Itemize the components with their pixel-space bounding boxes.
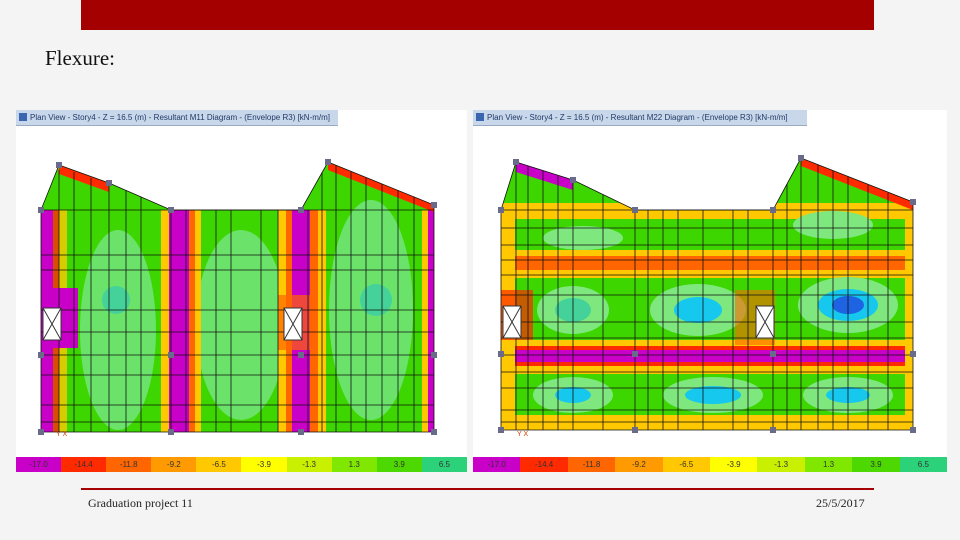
legend-swatch: 6.5	[899, 457, 948, 472]
legend-swatch: -9.2	[615, 457, 663, 472]
footer-divider	[81, 488, 874, 490]
axis-indicator: Y X	[517, 431, 528, 438]
footer-project: Graduation project 11	[88, 496, 193, 510]
slide-title: Flexure:	[45, 46, 115, 70]
legend-swatch: 3.9	[376, 457, 422, 472]
legend-swatch: -3.9	[241, 457, 287, 472]
stair-opening-right	[755, 305, 775, 339]
m22-window-title[interactable]: Plan View - Story4 - Z = 16.5 (m) - Resu…	[473, 110, 807, 126]
legend-swatch: 3.9	[852, 457, 900, 472]
m22-diagram-panel: Y X Plan View - Story4 - Z = 16.5 (m) - …	[473, 110, 948, 472]
legend-swatch: 1.3	[804, 457, 853, 472]
legend-swatch: -6.5	[662, 457, 711, 472]
legend-swatch: -6.5	[196, 457, 242, 472]
stair-opening-left	[42, 307, 62, 341]
window-icon	[476, 113, 484, 121]
legend-swatch: -3.9	[710, 457, 758, 472]
m11-color-legend: -17.0 -14.4 -11.8 -9.2 -6.5 -3.9 -1.3 1.3 3.9 6.5	[16, 457, 467, 472]
m22-window-title-text: Plan View - Story4 - Z = 16.5 (m) - Resu…	[487, 113, 788, 122]
stair-opening-left	[502, 305, 522, 339]
m11-diagram-panel: Y X Plan View - Story4 - Z = 16.5 (m) - …	[16, 110, 467, 472]
legend-swatch: -9.2	[151, 457, 197, 472]
window-icon	[19, 113, 27, 121]
m22-plan-view: Y X	[498, 155, 916, 438]
m22-color-legend: -17.0 -14.4 -11.8 -9.2 -6.5 -3.9 -1.3 1.3 3.9 6.5	[473, 457, 948, 472]
legend-swatch: -17.0	[473, 457, 521, 472]
m11-window-title[interactable]: Plan View - Story4 - Z = 16.5 (m) - Resu…	[16, 110, 338, 126]
legend-swatch: -1.3	[757, 457, 805, 472]
footer-date: 25/5/2017	[816, 496, 865, 510]
axis-indicator: Y X	[56, 431, 67, 438]
legend-swatch: -1.3	[286, 457, 332, 472]
legend-swatch: 6.5	[421, 457, 467, 472]
legend-swatch: -11.8	[567, 457, 616, 472]
m11-plan-view: Y X	[38, 159, 437, 438]
legend-swatch: -14.4	[61, 457, 107, 472]
m11-window-title-text: Plan View - Story4 - Z = 16.5 (m) - Resu…	[30, 113, 331, 122]
legend-swatch: -17.0	[16, 457, 62, 472]
title-accent-bar	[81, 0, 874, 30]
legend-swatch: -11.8	[106, 457, 152, 472]
legend-swatch: -14.4	[520, 457, 568, 472]
legend-swatch: 1.3	[331, 457, 377, 472]
stair-opening-right	[283, 307, 303, 341]
